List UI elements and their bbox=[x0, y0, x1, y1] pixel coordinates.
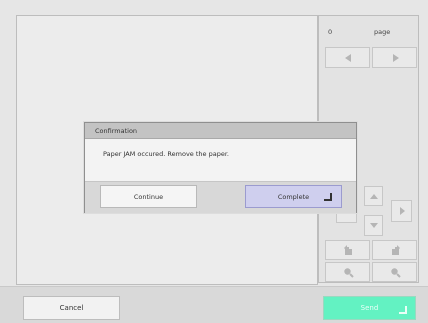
dialog-button-bar: Continue Complete bbox=[85, 181, 356, 213]
zoom-out-icon bbox=[344, 268, 354, 278]
complete-label: Complete bbox=[277, 192, 310, 201]
cancel-button[interactable]: Cancel bbox=[23, 296, 120, 320]
confirmation-dialog: Confirmation Paper JAM occured. Remove t… bbox=[84, 122, 357, 213]
enter-icon bbox=[399, 306, 407, 314]
right-triangle-icon bbox=[393, 54, 399, 62]
zoom-out-button[interactable] bbox=[325, 262, 370, 282]
send-label: Send bbox=[360, 304, 379, 312]
dialog-title: Confirmation bbox=[95, 127, 138, 135]
up-triangle-icon bbox=[370, 194, 378, 199]
right-triangle-icon bbox=[400, 207, 405, 215]
continue-button[interactable]: Continue bbox=[100, 185, 197, 208]
page-count: 0 bbox=[328, 28, 333, 36]
complete-button[interactable]: Complete bbox=[245, 185, 342, 208]
left-triangle-icon bbox=[345, 54, 351, 62]
down-triangle-icon bbox=[370, 223, 378, 228]
dialog-message: Paper JAM occured. Remove the paper. bbox=[103, 150, 229, 158]
enter-icon bbox=[324, 193, 332, 201]
zoom-in-icon bbox=[391, 268, 401, 278]
send-button[interactable]: Send bbox=[323, 296, 416, 320]
prev-page-button[interactable] bbox=[325, 47, 370, 68]
page-label: page bbox=[374, 28, 391, 36]
next-page-button[interactable] bbox=[372, 47, 417, 68]
scroll-down-button[interactable] bbox=[364, 215, 383, 236]
scroll-right-button[interactable] bbox=[391, 200, 412, 222]
rotate-right-icon bbox=[392, 245, 400, 255]
rotate-right-button[interactable] bbox=[372, 240, 417, 260]
scroll-up-button[interactable] bbox=[364, 186, 383, 206]
rotate-left-icon bbox=[344, 245, 352, 255]
zoom-in-button[interactable] bbox=[372, 262, 417, 282]
dialog-titlebar: Confirmation bbox=[85, 123, 356, 139]
rotate-left-button[interactable] bbox=[325, 240, 370, 260]
